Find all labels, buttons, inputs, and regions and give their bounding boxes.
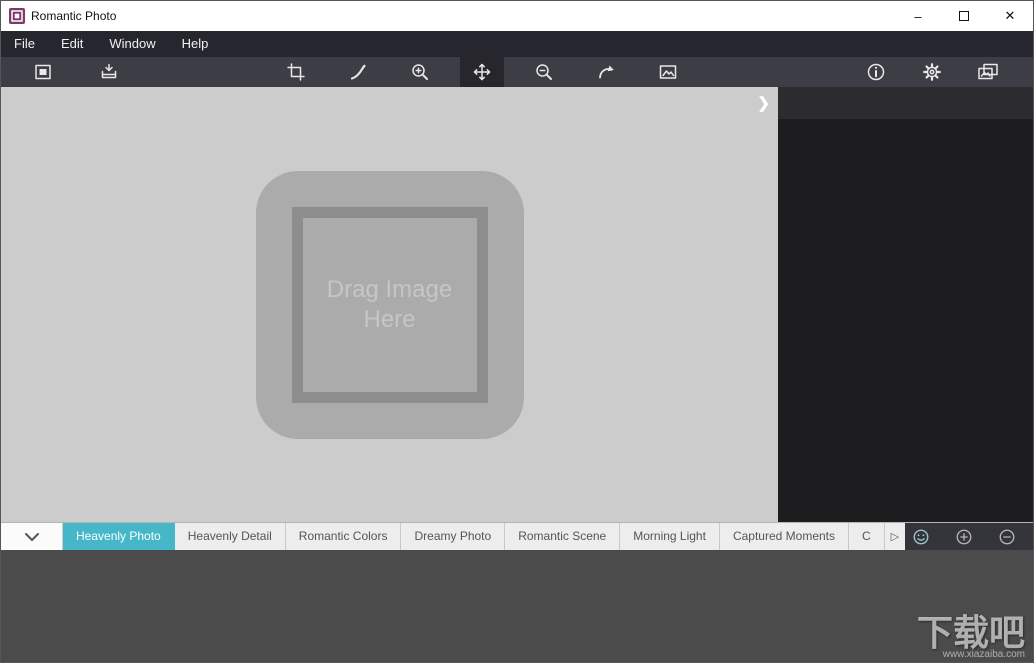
- dropzone-inner-frame: Drag Image Here: [291, 206, 488, 403]
- export-image-button[interactable]: [21, 57, 65, 87]
- import-image-button[interactable]: [87, 57, 131, 87]
- redo-tool-button[interactable]: [584, 57, 628, 87]
- preset-tabs: Heavenly Photo Heavenly Detail Romantic Co…: [63, 523, 885, 550]
- preset-tab[interactable]: Dreamy Photo: [401, 523, 506, 550]
- menu-item[interactable]: Window: [96, 31, 168, 57]
- maximize-icon: [959, 11, 969, 21]
- toolbar-center-group: [274, 57, 690, 87]
- crop-icon: [287, 63, 305, 81]
- settings-button[interactable]: [910, 57, 954, 87]
- preset-tab-strip: Heavenly Photo Heavenly Detail Romantic Co…: [1, 522, 1033, 550]
- right-panel: [778, 87, 1033, 522]
- main-area: ❯ Drag Image Here: [1, 87, 1033, 522]
- zoom-out-tool-button[interactable]: [522, 57, 566, 87]
- redo-icon: [599, 65, 614, 79]
- close-button[interactable]: ✕: [987, 1, 1033, 31]
- chevron-down-icon: [24, 532, 39, 541]
- tab-scroll-right-button[interactable]: ▷: [884, 523, 906, 550]
- photo-effects-icon: [978, 63, 998, 80]
- window-title: Romantic Photo: [31, 9, 117, 23]
- panel-collapse-chevron-icon[interactable]: ❯: [757, 94, 770, 112]
- zoom-in-icon: [412, 64, 428, 80]
- image-preview-icon: [659, 65, 677, 79]
- zoom-out-icon: [536, 64, 552, 80]
- export-image-icon: [35, 64, 51, 80]
- gear-icon: [923, 63, 941, 81]
- right-panel-header: [778, 87, 1033, 119]
- menu-item[interactable]: Edit: [48, 31, 96, 57]
- preset-tab[interactable]: Romantic Colors: [286, 523, 402, 550]
- preset-tab[interactable]: Captured Moments: [720, 523, 849, 550]
- move-icon: [473, 63, 491, 81]
- crop-tool-button[interactable]: [274, 57, 318, 87]
- info-icon: [867, 63, 885, 81]
- watermark: 下载吧 www.xiazaiba.com: [917, 614, 1025, 660]
- brush-tool-button[interactable]: [336, 57, 380, 87]
- toolbar: [1, 57, 1033, 87]
- menu-item[interactable]: File: [1, 31, 48, 57]
- image-dropzone[interactable]: Drag Image Here: [255, 170, 524, 439]
- smiley-button[interactable]: [909, 525, 933, 549]
- plus-circle-icon: [956, 529, 972, 544]
- preset-tab[interactable]: Morning Light: [620, 523, 720, 550]
- import-image-icon: [101, 63, 117, 79]
- preset-tab[interactable]: C: [849, 523, 885, 550]
- minus-circle-icon: [999, 529, 1015, 544]
- menu-item[interactable]: Help: [169, 31, 222, 57]
- watermark-brand: 下载吧: [916, 612, 1025, 654]
- image-preview-button[interactable]: [646, 57, 690, 87]
- add-button[interactable]: [952, 525, 976, 549]
- maximize-button[interactable]: [941, 1, 987, 31]
- bottom-panel: 下载吧 www.xiazaiba.com: [1, 550, 1033, 662]
- photo-effects-button[interactable]: [966, 57, 1010, 87]
- minimize-button[interactable]: –: [895, 1, 941, 31]
- move-tool-button[interactable]: [460, 57, 504, 87]
- smiley-icon: [913, 529, 929, 544]
- photo-canvas[interactable]: ❯ Drag Image Here: [1, 87, 778, 522]
- menubar: File Edit Window Help: [1, 31, 1033, 57]
- app-logo-icon: [9, 8, 25, 24]
- preset-tab[interactable]: Romantic Scene: [505, 523, 621, 550]
- preset-tab[interactable]: Heavenly Photo: [63, 523, 175, 550]
- tabstrip-right-toolbar: [905, 523, 1033, 550]
- app-window: Romantic Photo – ✕ FileEditWindowHelp: [0, 0, 1034, 663]
- toolbar-right-group: [854, 57, 1010, 87]
- preset-tab[interactable]: Heavenly Detail: [175, 523, 286, 550]
- dropzone-label: Drag Image Here: [326, 275, 453, 333]
- tabstrip-collapse-button[interactable]: [1, 523, 63, 550]
- watermark-site: www.xiazaiba.com: [942, 649, 1025, 660]
- toolbar-left-group: [21, 57, 131, 87]
- info-button[interactable]: [854, 57, 898, 87]
- remove-button[interactable]: [995, 525, 1019, 549]
- zoom-in-tool-button[interactable]: [398, 57, 442, 87]
- brush-icon: [350, 64, 366, 80]
- titlebar: Romantic Photo – ✕: [1, 1, 1033, 31]
